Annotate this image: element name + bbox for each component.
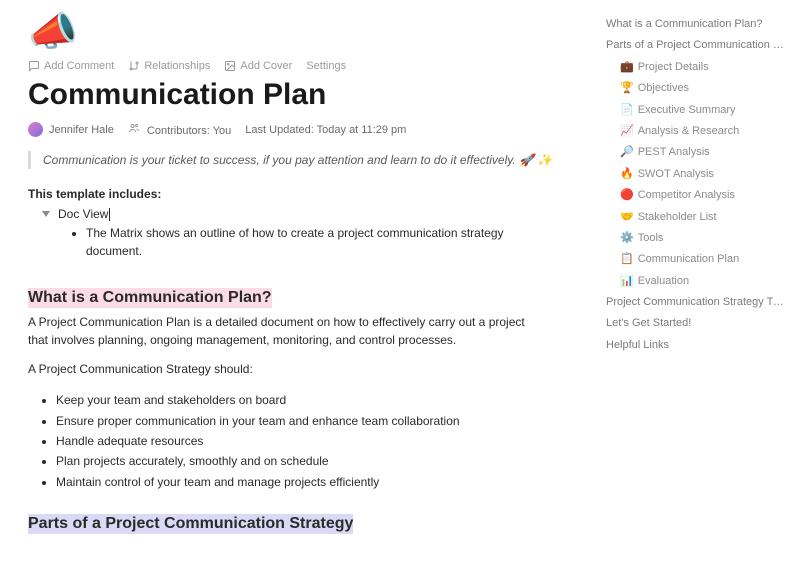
outline-label: Let's Get Started! <box>606 317 691 329</box>
toolbar: Add Comment Relationships Add Cover Sett… <box>28 60 574 72</box>
relationships-button[interactable]: Relationships <box>128 60 210 72</box>
outline-item[interactable]: 🔎 PEST Analysis <box>606 142 786 163</box>
people-icon <box>128 122 140 134</box>
outline-label: Analysis & Research <box>638 125 740 137</box>
outline-item[interactable]: Parts of a Project Communication St… <box>606 35 786 56</box>
page-title[interactable]: Communication Plan <box>28 78 574 112</box>
outline-emoji: 💼 <box>620 61 634 73</box>
outline-label: Stakeholder List <box>638 211 717 223</box>
relationships-label: Relationships <box>144 60 210 72</box>
settings-button[interactable]: Settings <box>306 60 346 72</box>
contributors-value: You <box>213 125 232 137</box>
doc-view-label: Doc View <box>58 207 110 221</box>
outline-label: Tools <box>638 232 664 244</box>
list-item: Maintain control of your team and manage… <box>56 472 574 492</box>
outline-item[interactable]: 📊 Evaluation <box>606 271 786 292</box>
outline-emoji: 📈 <box>620 125 634 137</box>
outline-item[interactable]: Helpful Links <box>606 335 786 356</box>
includes-heading[interactable]: This template includes: <box>28 187 574 201</box>
list-item: Plan projects accurately, smoothly and o… <box>56 451 574 471</box>
outline-emoji: 🔴 <box>620 189 634 201</box>
strategy-list[interactable]: Keep your team and stakeholders on board… <box>56 390 574 492</box>
author-name: Jennifer Hale <box>49 124 114 136</box>
settings-label: Settings <box>306 60 346 72</box>
outline-label: Parts of a Project Communication St… <box>606 39 786 51</box>
outline-emoji: 📋 <box>620 253 634 265</box>
outline-item[interactable]: 📄 Executive Summary <box>606 100 786 121</box>
outline-item[interactable]: 📋 Communication Plan <box>606 249 786 270</box>
outline-item[interactable]: 🏆 Objectives <box>606 78 786 99</box>
outline-item[interactable]: What is a Communication Plan? <box>606 14 786 35</box>
outline-emoji: 🤝 <box>620 211 634 223</box>
contributors[interactable]: Contributors: You <box>128 122 231 137</box>
outline-item[interactable]: Let's Get Started! <box>606 313 786 334</box>
outline-label: PEST Analysis <box>638 146 710 158</box>
outline-emoji: 📊 <box>620 275 634 287</box>
outline-item[interactable]: 💼 Project Details <box>606 57 786 78</box>
chevron-down-icon[interactable] <box>42 211 50 217</box>
outline-item[interactable]: 📈 Analysis & Research <box>606 121 786 142</box>
what-is-p1[interactable]: A Project Communication Plan is a detail… <box>28 314 528 349</box>
outline-emoji: 📄 <box>620 104 634 116</box>
parts-heading[interactable]: Parts of a Project Communication Strateg… <box>28 514 353 534</box>
image-icon <box>224 60 236 72</box>
outline-label: Executive Summary <box>638 104 736 116</box>
add-comment-label: Add Comment <box>44 60 114 72</box>
add-cover-label: Add Cover <box>240 60 292 72</box>
last-updated-label: Last Updated: <box>245 124 314 136</box>
outline-emoji: ⚙️ <box>620 232 634 244</box>
avatar <box>28 122 43 137</box>
outline-item[interactable]: 🔴 Competitor Analysis <box>606 185 786 206</box>
text-cursor <box>109 208 110 221</box>
outline-label: Helpful Links <box>606 339 669 351</box>
what-is-heading[interactable]: What is a Communication Plan? <box>28 288 272 308</box>
matrix-list[interactable]: The Matrix shows an outline of how to cr… <box>86 225 516 260</box>
outline-label: What is a Communication Plan? <box>606 18 763 30</box>
contributors-label: Contributors: <box>147 125 210 137</box>
outline-item[interactable]: ⚙️ Tools <box>606 228 786 249</box>
outline-panel: What is a Communication Plan? Parts of a … <box>602 0 800 563</box>
outline-label: Project Details <box>638 61 709 73</box>
outline-emoji: 🔎 <box>620 146 634 158</box>
matrix-desc: The Matrix shows an outline of how to cr… <box>86 225 516 260</box>
main-document: 📣 Add Comment Relationships Add Cover Se… <box>0 0 602 563</box>
outline-item[interactable]: 🔥 SWOT Analysis <box>606 164 786 185</box>
page-meta: Jennifer Hale Contributors: You Last Upd… <box>28 122 574 137</box>
outline-item[interactable]: 🤝 Stakeholder List <box>606 207 786 228</box>
list-item: Handle adequate resources <box>56 431 574 451</box>
outline-emoji: 🏆 <box>620 82 634 94</box>
outline-label: Evaluation <box>638 275 689 287</box>
comment-icon <box>28 60 40 72</box>
outline-label: Project Communication Strategy Tips! <box>606 296 786 308</box>
outline-label: Competitor Analysis <box>638 189 735 201</box>
outline-label: Objectives <box>638 82 689 94</box>
add-cover-button[interactable]: Add Cover <box>224 60 292 72</box>
doc-view-row[interactable]: Doc View <box>42 207 574 221</box>
outline-label: SWOT Analysis <box>638 168 714 180</box>
author[interactable]: Jennifer Hale <box>28 122 114 137</box>
last-updated-value: Today at 11:29 pm <box>317 124 407 136</box>
page-icon[interactable]: 📣 <box>28 12 574 52</box>
add-comment-button[interactable]: Add Comment <box>28 60 114 72</box>
outline-emoji: 🔥 <box>620 168 634 180</box>
outline-item[interactable]: Project Communication Strategy Tips! <box>606 292 786 313</box>
last-updated: Last Updated: Today at 11:29 pm <box>245 124 406 136</box>
list-item: Keep your team and stakeholders on board <box>56 390 574 410</box>
relationships-icon <box>128 60 140 72</box>
quote-block[interactable]: Communication is your ticket to success,… <box>28 151 574 169</box>
what-is-p2[interactable]: A Project Communication Strategy should: <box>28 361 528 378</box>
list-item: Ensure proper communication in your team… <box>56 411 574 431</box>
outline-label: Communication Plan <box>638 253 740 265</box>
